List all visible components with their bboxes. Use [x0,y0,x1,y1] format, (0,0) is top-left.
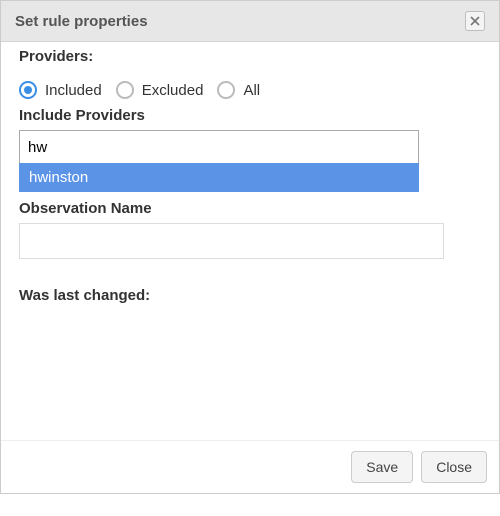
observation-name-input[interactable] [19,223,444,259]
providers-radio-all[interactable] [217,81,235,99]
was-last-changed-label: Was last changed: [19,287,481,304]
set-rule-dialog: Set rule properties Locations: Included … [0,0,500,494]
providers-radio-group: Included Excluded All [19,81,481,99]
providers-radio-included[interactable] [19,81,37,99]
providers-radio-included-label: Included [45,82,102,99]
include-providers-dropdown: hwinston [19,163,419,192]
providers-radio-excluded[interactable] [116,81,134,99]
close-button[interactable]: Close [421,451,487,483]
providers-radio-all-label: All [243,82,260,99]
include-providers-combobox: hwinston [19,130,419,164]
dialog-body[interactable]: Locations: Included Excluded All Provide… [1,42,499,440]
dialog-header: Set rule properties [1,1,499,42]
dialog-close-button[interactable] [465,11,485,31]
close-icon [470,16,480,26]
providers-radio-excluded-label: Excluded [142,82,204,99]
providers-label: Providers: [19,48,481,65]
include-providers-suggestion[interactable]: hwinston [19,163,419,192]
observation-name-label: Observation Name [19,200,481,217]
dialog-footer: Save Close [1,441,499,493]
include-providers-label: Include Providers [19,107,481,124]
include-providers-input[interactable] [19,130,419,164]
save-button[interactable]: Save [351,451,413,483]
dialog-title: Set rule properties [15,13,148,30]
body-spacer [19,310,481,430]
